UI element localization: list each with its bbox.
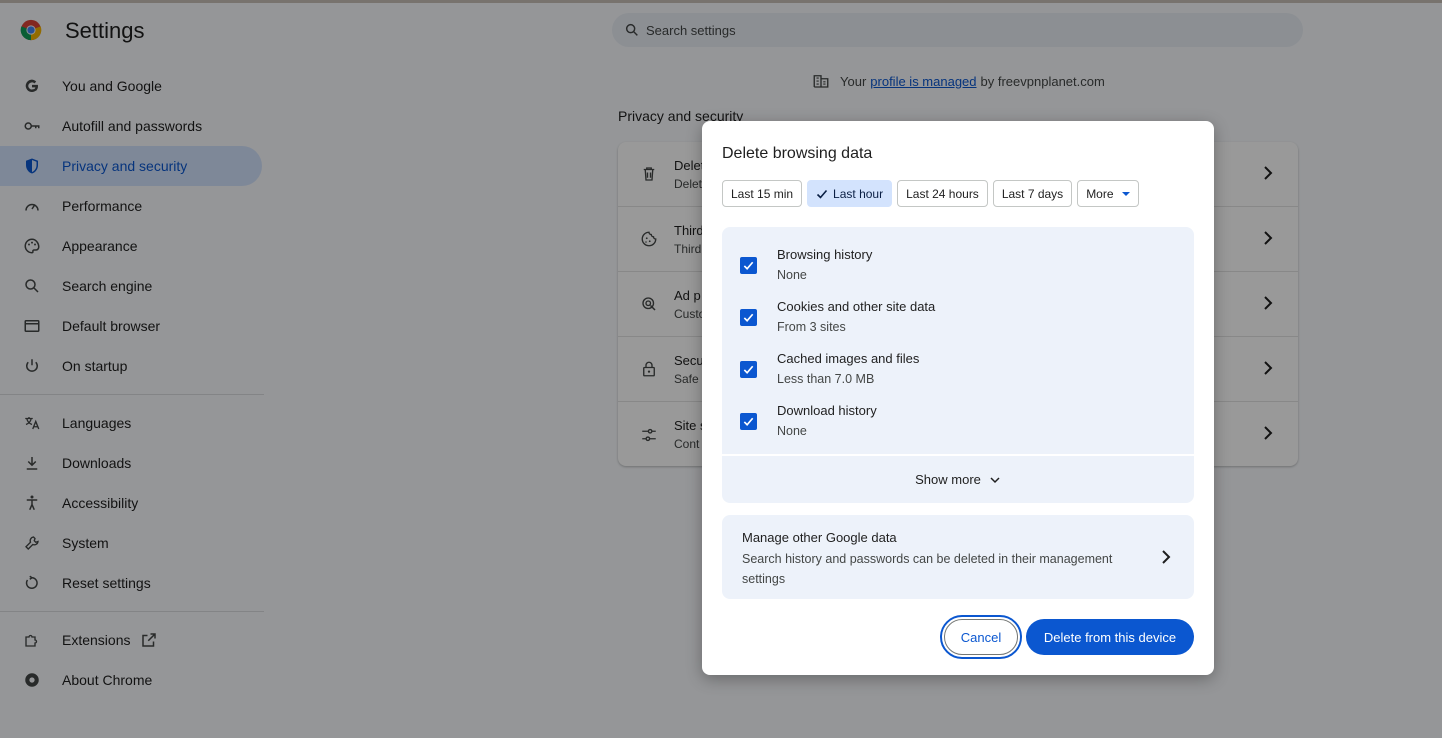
chip-label: Last 24 hours	[906, 186, 979, 201]
checkmark-icon	[816, 189, 828, 199]
cancel-button[interactable]: Cancel	[940, 615, 1022, 659]
chip-more-dropdown[interactable]: More	[1077, 180, 1139, 207]
chip-last-hour[interactable]: Last hour	[807, 180, 893, 207]
item-browsing-history[interactable]: Browsing history None	[740, 247, 872, 282]
time-range-chips: Last 15 min Last hour Last 24 hours Last…	[722, 180, 1139, 207]
google-data-description: Search history and passwords can be dele…	[742, 552, 1113, 586]
google-data-title: Manage other Google data	[742, 530, 897, 545]
manage-google-data-row[interactable]: Manage other Google data Search history …	[722, 515, 1194, 599]
item-detail: None	[777, 424, 807, 438]
checkbox-cookies[interactable]	[740, 309, 757, 326]
item-cookies[interactable]: Cookies and other site data From 3 sites	[740, 299, 935, 334]
item-name: Cached images and files	[777, 351, 920, 366]
delete-from-device-button[interactable]: Delete from this device	[1026, 619, 1194, 655]
checkmark-icon	[743, 417, 754, 426]
item-name: Browsing history	[777, 247, 873, 262]
checkbox-browsing-history[interactable]	[740, 257, 757, 274]
checkmark-icon	[743, 261, 754, 270]
chip-last-24-hours[interactable]: Last 24 hours	[897, 180, 988, 207]
item-detail: From 3 sites	[777, 320, 846, 334]
chip-label: Last hour	[833, 186, 884, 201]
dropdown-caret-icon	[1121, 191, 1130, 196]
item-detail: Less than 7.0 MB	[777, 372, 875, 386]
chip-label: Last 7 days	[1001, 186, 1064, 201]
delete-browsing-data-dialog: Delete browsing data Last 15 min Last ho…	[702, 121, 1214, 675]
item-download-history[interactable]: Download history None	[740, 403, 877, 438]
dialog-title: Delete browsing data	[722, 145, 873, 162]
show-more-label: Show more	[915, 472, 981, 487]
checkbox-download-history[interactable]	[740, 413, 757, 430]
item-name: Download history	[777, 403, 877, 418]
data-type-list: Browsing history None Cookies and other s…	[722, 227, 1194, 454]
chip-last-15-min[interactable]: Last 15 min	[722, 180, 803, 207]
item-cached-images[interactable]: Cached images and files Less than 7.0 MB	[740, 351, 919, 386]
chevron-right-icon	[1162, 550, 1171, 564]
checkmark-icon	[743, 365, 754, 374]
chip-last-7-days[interactable]: Last 7 days	[992, 180, 1073, 207]
chip-label: Last 15 min	[731, 186, 794, 201]
show-more-button[interactable]: Show more	[722, 456, 1194, 503]
chevron-down-icon	[990, 476, 1000, 483]
chip-label: More	[1086, 186, 1114, 201]
checkmark-icon	[743, 313, 754, 322]
item-detail: None	[777, 268, 807, 282]
checkbox-cached-images[interactable]	[740, 361, 757, 378]
item-name: Cookies and other site data	[777, 299, 936, 314]
